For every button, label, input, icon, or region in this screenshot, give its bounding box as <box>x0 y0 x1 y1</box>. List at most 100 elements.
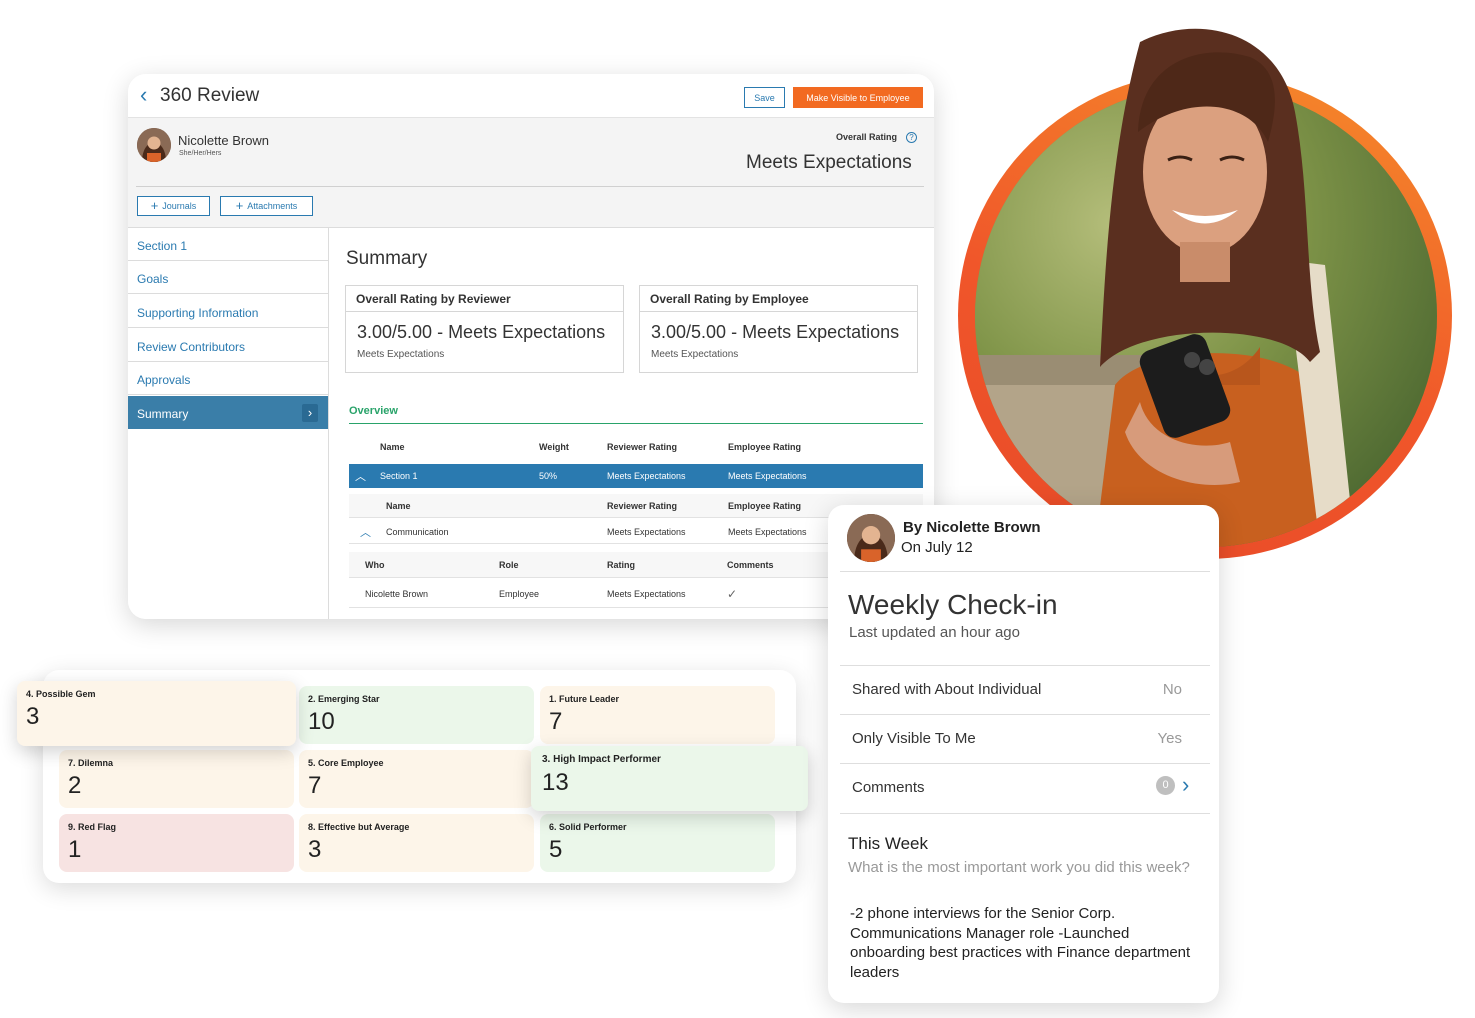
chevron-up-icon[interactable]: ︿ <box>360 520 371 543</box>
comments-label: Comments <box>852 779 925 796</box>
page-title: 360 Review <box>160 85 260 106</box>
this-week-question: What is the most important work you did … <box>848 859 1190 876</box>
grid-cell[interactable]: 8. Effective but Average 3 <box>299 814 534 872</box>
reviewer-rating-box: Overall Rating by Reviewer 3.00/5.00 - M… <box>345 285 624 373</box>
table-row[interactable]: ︿ Section 1 50% Meets Expectations Meets… <box>349 464 923 488</box>
reviewer-rating-header: Overall Rating by Reviewer <box>346 286 623 312</box>
grid-cell[interactable]: 5. Core Employee 7 <box>299 750 534 808</box>
col-role: Role <box>499 559 519 570</box>
help-icon[interactable]: ? <box>906 132 917 143</box>
back-chevron-icon[interactable]: ‹ <box>140 84 156 106</box>
grid-cell-count: 2 <box>68 772 82 799</box>
section-name: Section 1 <box>380 471 418 481</box>
sub-col-name: Name <box>386 500 411 511</box>
grid-cell-count: 7 <box>549 708 563 735</box>
shared-with-row[interactable]: Shared with About Individual No <box>840 666 1210 714</box>
journals-button[interactable]: + Journals <box>137 196 210 216</box>
weekly-checkin-card: By Nicolette Brown On July 12 Weekly Che… <box>828 505 1219 1003</box>
employee-rating-value: 3.00/5.00 - Meets Expectations <box>651 322 900 342</box>
chevron-up-icon[interactable]: ︿ <box>355 464 366 488</box>
grid-cell-count: 13 <box>542 769 569 796</box>
comments-count-badge: 0 <box>1156 776 1175 795</box>
grid-cell-label: 3. High Impact Performer <box>542 754 661 765</box>
nav-item-approvals[interactable]: Approvals <box>128 362 328 395</box>
grid-cell[interactable]: 1. Future Leader 7 <box>540 686 775 744</box>
checkmark-icon: ✓ <box>727 586 738 601</box>
col-rating: Rating <box>607 559 635 570</box>
sub-col-employee-rating: Employee Rating <box>728 500 802 511</box>
journals-label: Journals <box>162 201 197 211</box>
nav-item-section-1[interactable]: Section 1 <box>128 228 328 261</box>
plus-icon: + <box>235 198 244 213</box>
checkin-title: Weekly Check-in <box>848 589 1058 620</box>
only-visible-row[interactable]: Only Visible To Me Yes <box>840 715 1210 763</box>
avatar <box>847 514 895 562</box>
shared-with-label: Shared with About Individual <box>852 681 1042 698</box>
checkin-author: By Nicolette Brown <box>903 519 1041 536</box>
attachments-button[interactable]: + Attachments <box>220 196 313 216</box>
divider <box>136 186 924 187</box>
divider <box>840 813 1210 814</box>
sub-row-reviewer-rating: Meets Expectations <box>607 526 686 537</box>
col-reviewer-rating: Reviewer Rating <box>607 442 678 452</box>
detail-rating: Meets Expectations <box>607 588 686 599</box>
tab-overview[interactable]: Overview <box>349 405 398 417</box>
only-visible-value: Yes <box>1157 730 1182 747</box>
col-name: Name <box>380 442 405 452</box>
table-header: Name Weight Reviewer Rating Employee Rat… <box>349 435 923 459</box>
col-who: Who <box>365 559 385 570</box>
grid-cell-label: 7. Dilemna <box>68 758 114 768</box>
grid-cell-count: 5 <box>549 836 563 863</box>
section-weight: 50% <box>539 471 558 481</box>
checkin-date: On July 12 <box>901 539 973 556</box>
employee-rating-box: Overall Rating by Employee 3.00/5.00 - M… <box>639 285 918 373</box>
save-button[interactable]: Save <box>744 87 785 108</box>
grid-cell-label: 8. Effective but Average <box>308 822 410 832</box>
reviewer-rating-value: 3.00/5.00 - Meets Expectations <box>357 322 606 342</box>
grid-cell[interactable]: 2. Emerging Star 10 <box>299 686 534 744</box>
grid-cell-highlighted[interactable]: 3. High Impact Performer 13 <box>531 746 808 811</box>
grid-cell[interactable]: 6. Solid Performer 5 <box>540 814 775 872</box>
this-week-answer: -2 phone interviews for the Senior Corp.… <box>850 905 1191 981</box>
comments-row[interactable]: Comments 0 › <box>840 764 1210 812</box>
avatar <box>137 128 171 162</box>
grid-cell-label: 2. Emerging Star <box>308 694 380 704</box>
chevron-right-icon[interactable]: › <box>1182 772 1189 798</box>
overall-rating-value: Meets Expectations <box>746 152 912 173</box>
sub-col-reviewer-rating: Reviewer Rating <box>607 500 678 511</box>
chevron-right-icon: › <box>302 404 318 422</box>
detail-who: Nicolette Brown <box>365 588 429 599</box>
sub-row-name: Communication <box>386 526 449 537</box>
grid-cell-count: 3 <box>26 703 40 730</box>
grid-cell[interactable]: 7. Dilemna 2 <box>59 750 294 808</box>
col-comments: Comments <box>727 559 774 570</box>
person-figure <box>1080 22 1330 542</box>
nav-item-review-contributors[interactable]: Review Contributors <box>128 329 328 362</box>
section-reviewer-rating: Meets Expectations <box>607 471 686 481</box>
employee-rating-sub: Meets Expectations <box>651 349 739 360</box>
grid-cell-highlighted[interactable]: 4. Possible Gem 3 <box>17 681 296 746</box>
overall-rating-label: Overall Rating <box>836 132 898 142</box>
detail-role: Employee <box>499 588 540 599</box>
employee-pronouns: She/Her/Hers <box>179 150 222 157</box>
shared-with-value: No <box>1162 681 1182 698</box>
nav-item-supporting-information[interactable]: Supporting Information <box>128 295 328 328</box>
grid-cell-label: 9. Red Flag <box>68 822 117 832</box>
grid-cell-count: 1 <box>68 836 82 863</box>
nav-item-summary-label: Summary <box>137 407 189 421</box>
grid-cell-count: 7 <box>308 772 322 799</box>
grid-cell-label: 5. Core Employee <box>308 758 384 768</box>
grid-cell[interactable]: 9. Red Flag 1 <box>59 814 294 872</box>
grid-cell-count: 3 <box>308 836 322 863</box>
nav-item-goals[interactable]: Goals <box>128 261 328 294</box>
nav-item-summary[interactable]: Summary › <box>128 396 328 429</box>
attachments-label: Attachments <box>247 201 298 211</box>
make-visible-button[interactable]: Make Visible to Employee <box>793 87 923 108</box>
tab-underline <box>349 423 923 424</box>
review-header: ‹ 360 Review Save Make Visible to Employ… <box>128 74 934 118</box>
review-window: ‹ 360 Review Save Make Visible to Employ… <box>128 74 934 619</box>
checkin-updated: Last updated an hour ago <box>849 624 1020 641</box>
grid-cell-count: 10 <box>308 708 335 735</box>
employee-rating-header: Overall Rating by Employee <box>640 286 917 312</box>
col-employee-rating: Employee Rating <box>728 442 802 452</box>
